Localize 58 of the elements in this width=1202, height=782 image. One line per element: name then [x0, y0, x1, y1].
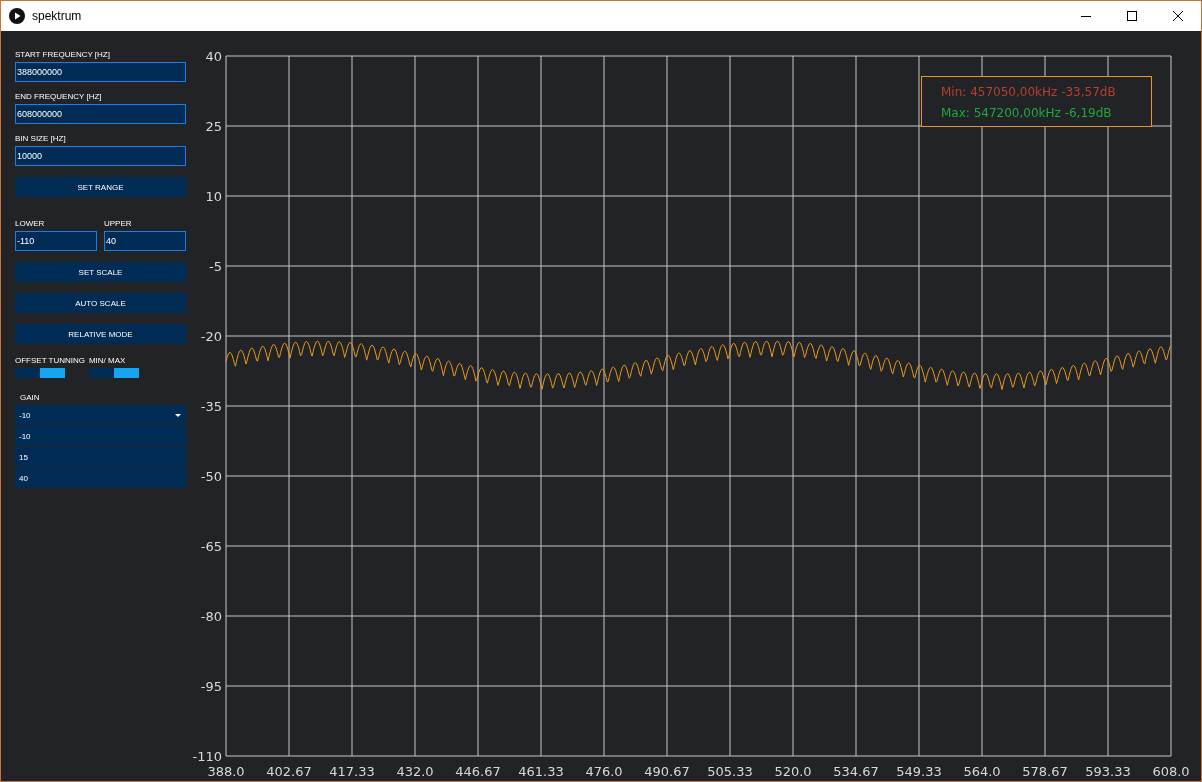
- input-field[interactable]: 40: [104, 231, 186, 251]
- toggle-switch[interactable]: [15, 368, 65, 378]
- dropdown-value: -10: [19, 410, 31, 420]
- input-field[interactable]: -110: [15, 231, 97, 251]
- action-button[interactable]: SET RANGE: [15, 177, 186, 197]
- input-field[interactable]: 10000: [15, 146, 186, 166]
- action-button[interactable]: AUTO SCALE: [15, 293, 186, 313]
- toggle-switch[interactable]: [88, 368, 139, 378]
- x-axis-label: 608.0: [1152, 764, 1190, 779]
- x-axis-label: 417.33: [329, 764, 375, 779]
- y-axis-label: -95: [200, 679, 222, 694]
- caret-icon: [175, 413, 181, 417]
- y-axis-label: -20: [200, 329, 222, 344]
- x-axis-label: 593.33: [1085, 764, 1131, 779]
- dropdown-option[interactable]: -10: [15, 426, 186, 446]
- x-axis-label: 549.33: [896, 764, 942, 779]
- y-axis-label: 25: [205, 119, 222, 134]
- toggle-label: OFFSET TUNNING: [15, 356, 85, 365]
- y-axis-label: 40: [205, 49, 222, 64]
- field-label: LOWER: [15, 219, 46, 228]
- y-axis-label: -80: [200, 609, 222, 624]
- y-axis-label: -65: [200, 539, 222, 554]
- x-axis-label: 402.67: [266, 764, 312, 779]
- y-axis-label: -35: [200, 399, 222, 414]
- legend-text: Min: 457050,00kHz -33,57dB: [941, 85, 1116, 99]
- play-icon: [9, 8, 25, 24]
- field-label: END FREQUENCY [HZ]: [15, 92, 103, 101]
- field-label: UPPER: [104, 219, 133, 228]
- x-axis-label: 490.67: [644, 764, 690, 779]
- legend-text: Max: 547200,00kHz -6,19dB: [941, 106, 1112, 120]
- y-axis-label: -50: [200, 469, 222, 484]
- dropdown-option[interactable]: 15: [15, 447, 186, 467]
- dropdown-label: GAIN: [20, 393, 41, 402]
- action-button[interactable]: RELATIVE MODE: [15, 324, 186, 344]
- y-axis-label: -110: [192, 749, 222, 764]
- input-field[interactable]: 608000000: [15, 104, 186, 124]
- x-axis-label: 520.0: [774, 764, 812, 779]
- x-axis-label: 564.0: [963, 764, 1001, 779]
- dropdown-option[interactable]: 40: [15, 468, 186, 488]
- field-label: BIN SIZE [HZ]: [15, 134, 67, 143]
- x-axis-label: 432.0: [396, 764, 434, 779]
- y-axis-label: 10: [205, 189, 222, 204]
- y-axis-label: -5: [209, 259, 222, 274]
- window-title: spektrum: [32, 9, 82, 23]
- field-label: START FREQUENCY [HZ]: [15, 50, 111, 59]
- maximize-icon: [1127, 11, 1137, 21]
- x-axis-label: 461.33: [518, 764, 564, 779]
- x-axis-label: 578.67: [1022, 764, 1068, 779]
- input-field[interactable]: 388000000: [15, 62, 186, 82]
- toggle-label: MIN/ MAX: [88, 356, 127, 365]
- close-icon: [1173, 11, 1183, 21]
- x-axis-label: 534.67: [833, 764, 879, 779]
- x-axis-label: 476.0: [585, 764, 623, 779]
- x-axis-label: 505.33: [707, 764, 753, 779]
- x-axis-label: 388.0: [207, 764, 245, 779]
- dropdown-field[interactable]: -10: [15, 405, 186, 425]
- x-axis-label: 446.67: [455, 764, 501, 779]
- action-button[interactable]: SET SCALE: [15, 262, 186, 282]
